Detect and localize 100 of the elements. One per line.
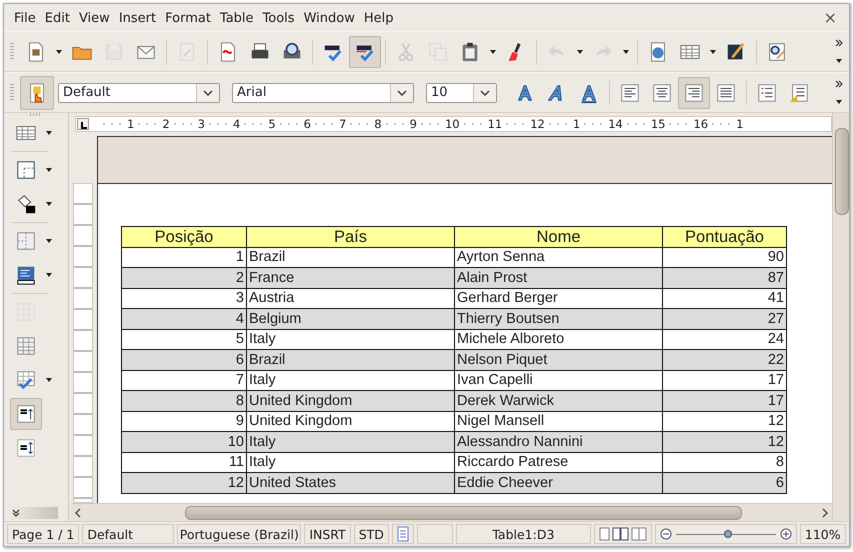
toolbar-grip[interactable] (10, 84, 14, 102)
caret-icon (45, 166, 53, 174)
alignment-button[interactable] (678, 76, 710, 108)
ruler-number: 9 (410, 117, 417, 131)
menu-item[interactable]: Tools (260, 9, 300, 26)
ruler-number: 1 (127, 117, 134, 131)
chevrons-icon (835, 38, 843, 46)
menu-item[interactable]: Help (362, 9, 398, 26)
numbered-list-icon (756, 82, 778, 104)
more-tools-button[interactable] (833, 36, 845, 48)
table-cell: 6 (122, 350, 246, 370)
menu-item[interactable]: Insert (116, 9, 162, 26)
scroll-left-icon[interactable] (74, 508, 82, 518)
caret-icon (45, 376, 53, 384)
scroll-right-icon[interactable] (821, 508, 829, 518)
vertical-scrollbar[interactable] (832, 113, 849, 521)
ruler-number: 10 (444, 117, 460, 131)
zoom-percent: 110% (800, 524, 846, 544)
menu-item[interactable]: Edit (42, 9, 75, 26)
cell-reference: Table1:D3 (456, 524, 591, 544)
ruler-number: 2 (162, 117, 170, 131)
caret-icon (576, 48, 584, 56)
font-size-field[interactable]: 10 (426, 82, 497, 102)
table-cell: Brazil (246, 350, 454, 370)
magnifier-pencil-icon (766, 40, 788, 62)
borders-icon (15, 159, 37, 181)
table-cell: 6 (662, 472, 786, 493)
caret-icon (835, 98, 843, 106)
align-left-icon (619, 82, 641, 104)
page-style: Default (82, 524, 174, 544)
toolbar-grip[interactable] (10, 42, 14, 60)
table-cell: Derek Warwick (454, 390, 662, 411)
table-cell: 4 (122, 308, 246, 329)
zoom-out-button[interactable] (660, 528, 672, 540)
caret-icon (45, 237, 53, 245)
more-tools-button[interactable] (833, 78, 845, 90)
close-button[interactable]: × (820, 8, 841, 27)
ruler-number: 15 (650, 117, 666, 131)
column-header: Nome (454, 226, 662, 247)
minus-icon (660, 528, 672, 540)
document-signature-icon (396, 526, 409, 542)
styles-button[interactable] (20, 76, 54, 110)
view-layout-panel[interactable] (594, 524, 652, 544)
cells-icon (15, 230, 37, 252)
tab-stop-selector[interactable] (77, 118, 89, 130)
caret-icon (489, 48, 497, 56)
align-top-icon (15, 403, 37, 425)
ruler-number: 14 (608, 117, 623, 131)
table-grid-icon (15, 335, 37, 357)
menu-item[interactable]: Table (218, 9, 259, 26)
justify-icon (715, 82, 737, 104)
plus-icon (780, 528, 792, 540)
menu-item[interactable]: Window (302, 9, 360, 26)
ruler-number: 6 (304, 117, 311, 131)
ruler-number: 3 (198, 117, 205, 131)
caret-icon (622, 48, 630, 56)
tool-button[interactable] (10, 398, 42, 430)
caret-icon (45, 129, 53, 137)
ruler-number: 4 (232, 117, 240, 131)
table-cell: 87 (662, 268, 786, 288)
horizontal-scrollbar[interactable] (71, 503, 832, 521)
table-cell: 2 (122, 268, 246, 288)
paragraph-style-field[interactable]: Default (58, 82, 220, 102)
ruler-number: 5 (268, 117, 276, 131)
view-layout-icon[interactable] (598, 527, 647, 541)
column-header: Posição (122, 226, 246, 247)
toolbar-grip[interactable] (30, 113, 40, 116)
paint-bucket-icon (15, 193, 37, 215)
table-cell: United Kingdom (246, 390, 454, 411)
align-center-icon (651, 82, 673, 104)
column-header: Pontuação (662, 226, 786, 247)
table-cell: 8 (122, 390, 246, 411)
ruler-number: 1 (572, 117, 580, 131)
ruler-number: 16 (693, 117, 708, 131)
align-box-icon (15, 264, 37, 286)
selection-mode: STD (354, 524, 389, 544)
tool-button[interactable] (349, 36, 381, 68)
menu-item[interactable]: Format (163, 9, 216, 26)
table-cell: Alain Prost (454, 268, 662, 288)
table-cell: Eddie Cheever (454, 472, 662, 493)
caret-icon (835, 56, 843, 64)
table-cell: France (246, 268, 454, 288)
menu-item[interactable]: View (76, 9, 115, 26)
page-count: Page 1 / 1 (7, 524, 80, 544)
table-cell: 10 (122, 432, 246, 452)
caret-icon (709, 48, 717, 56)
chevron-down-icon (397, 90, 407, 96)
zoom-in-button[interactable] (780, 528, 792, 540)
menu-item[interactable]: File (12, 9, 41, 26)
table-cell: 12 (662, 432, 786, 452)
table-cell: Italy (246, 432, 454, 452)
font-name-field[interactable]: Arial (232, 82, 414, 102)
table-cell: Alessandro Nannini (454, 432, 662, 452)
table-cell: Belgium (246, 308, 454, 329)
more-tools-button[interactable] (10, 507, 22, 519)
signature-panel[interactable] (392, 524, 414, 544)
caret-icon (55, 48, 63, 56)
table-cell: 12 (122, 472, 246, 493)
column-header: País (246, 226, 454, 247)
table-cell: Thierry Boutsen (454, 308, 662, 329)
